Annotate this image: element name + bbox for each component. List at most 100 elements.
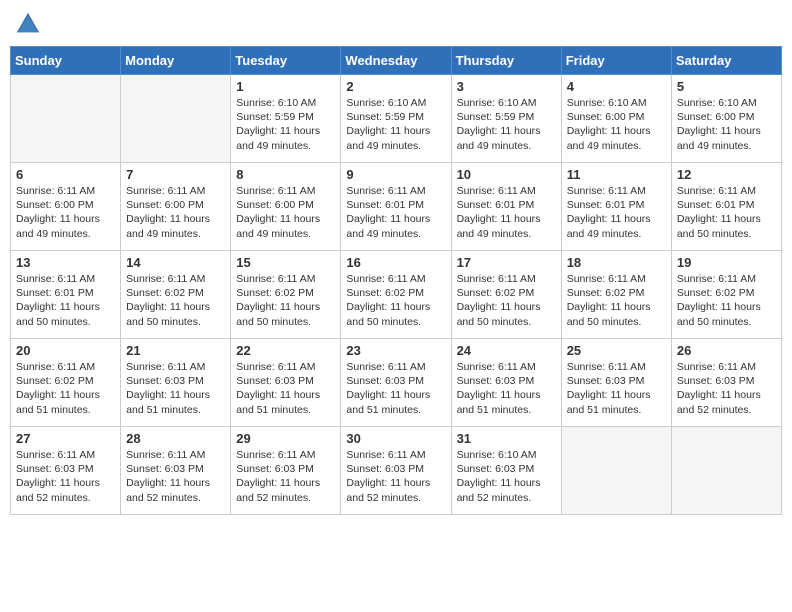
calendar-cell: 5Sunrise: 6:10 AM Sunset: 6:00 PM Daylig… — [671, 75, 781, 163]
cell-info: Sunrise: 6:11 AM Sunset: 6:03 PM Dayligh… — [346, 448, 445, 505]
cell-info: Sunrise: 6:11 AM Sunset: 6:03 PM Dayligh… — [236, 448, 335, 505]
day-number: 22 — [236, 343, 335, 358]
logo — [14, 10, 46, 38]
day-number: 18 — [567, 255, 666, 270]
cell-info: Sunrise: 6:11 AM Sunset: 6:03 PM Dayligh… — [457, 360, 556, 417]
calendar-cell: 24 Sunrise: 6:11 AM Sunset: 6:03 PM Dayli… — [451, 339, 561, 427]
calendar-cell: 12Sunrise: 6:11 AM Sunset: 6:01 PM Dayli… — [671, 163, 781, 251]
day-number: 7 — [126, 167, 225, 182]
cell-info: Sunrise: 6:11 AM Sunset: 6:00 PM Dayligh… — [126, 184, 225, 241]
day-number: 11 — [567, 167, 666, 182]
cell-info: Sunrise: 6:10 AM Sunset: 6:00 PM Dayligh… — [567, 96, 666, 153]
day-number: 9 — [346, 167, 445, 182]
cell-info: Sunrise: 6:11 AM Sunset: 6:01 PM Dayligh… — [677, 184, 776, 241]
cell-info: Sunrise: 6:11 AM Sunset: 6:03 PM Dayligh… — [236, 360, 335, 417]
calendar-cell — [671, 427, 781, 515]
day-number: 10 — [457, 167, 556, 182]
calendar-cell: 23 Sunrise: 6:11 AM Sunset: 6:03 PM Dayli… — [341, 339, 451, 427]
calendar-cell: 22 Sunrise: 6:11 AM Sunset: 6:03 PM Dayli… — [231, 339, 341, 427]
calendar-cell: 25Sunrise: 6:11 AM Sunset: 6:03 PM Dayli… — [561, 339, 671, 427]
day-number: 21 — [126, 343, 225, 358]
day-number: 17 — [457, 255, 556, 270]
calendar-cell: 6 Sunrise: 6:11 AM Sunset: 6:00 PM Daylig… — [11, 163, 121, 251]
calendar-cell: 31Sunrise: 6:10 AM Sunset: 6:03 PM Dayli… — [451, 427, 561, 515]
day-number: 26 — [677, 343, 776, 358]
cell-info: Sunrise: 6:11 AM Sunset: 6:01 PM Dayligh… — [457, 184, 556, 241]
cell-info: Sunrise: 6:11 AM Sunset: 6:01 PM Dayligh… — [567, 184, 666, 241]
week-row-4: 20 Sunrise: 6:11 AM Sunset: 6:02 PM Dayli… — [11, 339, 782, 427]
cell-info: Sunrise: 6:11 AM Sunset: 6:02 PM Dayligh… — [346, 272, 445, 329]
day-number: 16 — [346, 255, 445, 270]
calendar-cell: 29 Sunrise: 6:11 AM Sunset: 6:03 PM Dayli… — [231, 427, 341, 515]
cell-info: Sunrise: 6:11 AM Sunset: 6:01 PM Dayligh… — [346, 184, 445, 241]
day-number: 5 — [677, 79, 776, 94]
day-number: 4 — [567, 79, 666, 94]
day-number: 2 — [346, 79, 445, 94]
day-number: 19 — [677, 255, 776, 270]
cell-info: Sunrise: 6:11 AM Sunset: 6:03 PM Dayligh… — [126, 448, 225, 505]
week-row-3: 13Sunrise: 6:11 AM Sunset: 6:01 PM Dayli… — [11, 251, 782, 339]
cell-info: Sunrise: 6:10 AM Sunset: 5:59 PM Dayligh… — [346, 96, 445, 153]
calendar-cell: 8Sunrise: 6:11 AM Sunset: 6:00 PM Daylig… — [231, 163, 341, 251]
cell-info: Sunrise: 6:11 AM Sunset: 6:00 PM Dayligh… — [16, 184, 115, 241]
day-number: 30 — [346, 431, 445, 446]
logo-icon — [14, 10, 42, 38]
calendar-cell — [121, 75, 231, 163]
day-number: 27 — [16, 431, 115, 446]
day-number: 8 — [236, 167, 335, 182]
calendar-cell: 20 Sunrise: 6:11 AM Sunset: 6:02 PM Dayli… — [11, 339, 121, 427]
calendar-cell: 26 Sunrise: 6:11 AM Sunset: 6:03 PM Dayli… — [671, 339, 781, 427]
cell-info: Sunrise: 6:10 AM Sunset: 6:03 PM Dayligh… — [457, 448, 556, 505]
week-row-2: 6 Sunrise: 6:11 AM Sunset: 6:00 PM Daylig… — [11, 163, 782, 251]
column-header-tuesday: Tuesday — [231, 47, 341, 75]
calendar-cell: 15Sunrise: 6:11 AM Sunset: 6:02 PM Dayli… — [231, 251, 341, 339]
week-row-1: 1Sunrise: 6:10 AM Sunset: 5:59 PM Daylig… — [11, 75, 782, 163]
cell-info: Sunrise: 6:11 AM Sunset: 6:03 PM Dayligh… — [567, 360, 666, 417]
day-number: 28 — [126, 431, 225, 446]
day-number: 13 — [16, 255, 115, 270]
calendar-cell: 10 Sunrise: 6:11 AM Sunset: 6:01 PM Dayli… — [451, 163, 561, 251]
calendar-cell: 18 Sunrise: 6:11 AM Sunset: 6:02 PM Dayli… — [561, 251, 671, 339]
day-number: 23 — [346, 343, 445, 358]
calendar-cell: 14 Sunrise: 6:11 AM Sunset: 6:02 PM Dayli… — [121, 251, 231, 339]
calendar-cell: 9 Sunrise: 6:11 AM Sunset: 6:01 PM Daylig… — [341, 163, 451, 251]
page-header — [10, 10, 782, 38]
cell-info: Sunrise: 6:11 AM Sunset: 6:02 PM Dayligh… — [236, 272, 335, 329]
column-header-saturday: Saturday — [671, 47, 781, 75]
column-header-friday: Friday — [561, 47, 671, 75]
cell-info: Sunrise: 6:11 AM Sunset: 6:02 PM Dayligh… — [567, 272, 666, 329]
calendar-cell: 16 Sunrise: 6:11 AM Sunset: 6:02 PM Dayli… — [341, 251, 451, 339]
week-row-5: 27 Sunrise: 6:11 AM Sunset: 6:03 PM Dayli… — [11, 427, 782, 515]
cell-info: Sunrise: 6:10 AM Sunset: 5:59 PM Dayligh… — [236, 96, 335, 153]
cell-info: Sunrise: 6:11 AM Sunset: 6:02 PM Dayligh… — [677, 272, 776, 329]
column-header-thursday: Thursday — [451, 47, 561, 75]
calendar-cell: 3 Sunrise: 6:10 AM Sunset: 5:59 PM Daylig… — [451, 75, 561, 163]
column-header-wednesday: Wednesday — [341, 47, 451, 75]
calendar-cell: 1Sunrise: 6:10 AM Sunset: 5:59 PM Daylig… — [231, 75, 341, 163]
day-number: 3 — [457, 79, 556, 94]
calendar-cell — [561, 427, 671, 515]
day-number: 20 — [16, 343, 115, 358]
cell-info: Sunrise: 6:11 AM Sunset: 6:02 PM Dayligh… — [457, 272, 556, 329]
calendar-cell: 4 Sunrise: 6:10 AM Sunset: 6:00 PM Daylig… — [561, 75, 671, 163]
calendar-cell: 2 Sunrise: 6:10 AM Sunset: 5:59 PM Daylig… — [341, 75, 451, 163]
calendar-cell: 28 Sunrise: 6:11 AM Sunset: 6:03 PM Dayli… — [121, 427, 231, 515]
cell-info: Sunrise: 6:11 AM Sunset: 6:03 PM Dayligh… — [677, 360, 776, 417]
calendar-cell: 21Sunrise: 6:11 AM Sunset: 6:03 PM Dayli… — [121, 339, 231, 427]
day-number: 24 — [457, 343, 556, 358]
calendar-cell: 30 Sunrise: 6:11 AM Sunset: 6:03 PM Dayli… — [341, 427, 451, 515]
cell-info: Sunrise: 6:11 AM Sunset: 6:03 PM Dayligh… — [346, 360, 445, 417]
cell-info: Sunrise: 6:11 AM Sunset: 6:02 PM Dayligh… — [16, 360, 115, 417]
calendar-header-row: SundayMondayTuesdayWednesdayThursdayFrid… — [11, 47, 782, 75]
column-header-monday: Monday — [121, 47, 231, 75]
calendar-cell: 7 Sunrise: 6:11 AM Sunset: 6:00 PM Daylig… — [121, 163, 231, 251]
calendar-cell — [11, 75, 121, 163]
day-number: 29 — [236, 431, 335, 446]
day-number: 6 — [16, 167, 115, 182]
calendar-cell: 13Sunrise: 6:11 AM Sunset: 6:01 PM Dayli… — [11, 251, 121, 339]
cell-info: Sunrise: 6:10 AM Sunset: 5:59 PM Dayligh… — [457, 96, 556, 153]
cell-info: Sunrise: 6:11 AM Sunset: 6:02 PM Dayligh… — [126, 272, 225, 329]
calendar-cell: 17 Sunrise: 6:11 AM Sunset: 6:02 PM Dayli… — [451, 251, 561, 339]
day-number: 14 — [126, 255, 225, 270]
calendar-cell: 27Sunrise: 6:11 AM Sunset: 6:03 PM Dayli… — [11, 427, 121, 515]
